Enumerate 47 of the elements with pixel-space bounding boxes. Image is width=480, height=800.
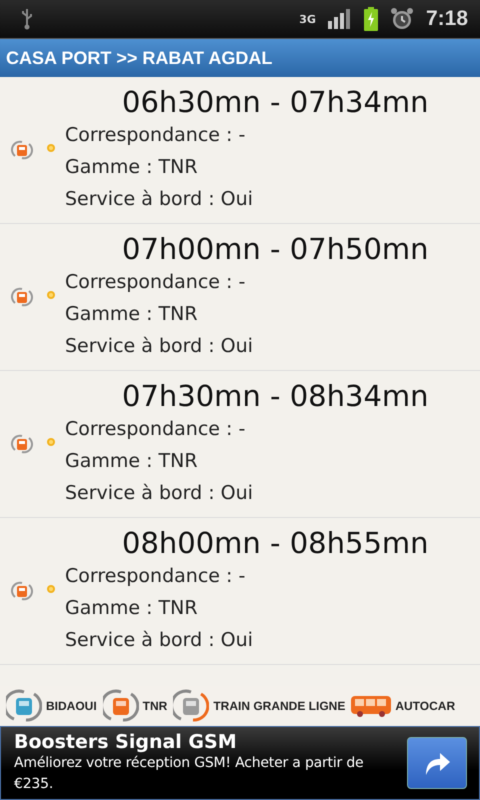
trip-detail: Correspondance : - — [65, 417, 246, 442]
ad-title: Boosters Signal GSM — [14, 731, 238, 753]
trip-row[interactable]: 06h30mn - 07h34mn Correspondance : - Gamme : TNR Service à bord : Oui — [0, 77, 480, 224]
sun-icon — [46, 143, 56, 153]
trip-row[interactable]: 07h30mn - 08h34mn Correspondance : - Gamme : TNR Service à bord : Oui — [0, 371, 480, 518]
trip-detail: Service à bord : Oui — [65, 628, 254, 653]
sun-icon — [46, 437, 56, 447]
trip-time: 08h00mn - 08h55mn — [122, 526, 429, 560]
ad-text: Améliorez votre réception GSM! Acheter a partir de €235. — [14, 754, 364, 794]
train-icon — [11, 581, 33, 601]
legend-label: TRAIN GRANDE LIGNE — [213, 699, 346, 713]
share-arrow-button[interactable] — [407, 737, 467, 789]
trip-detail: Correspondance : - — [65, 564, 246, 589]
usb-icon — [20, 8, 34, 30]
clock-time: 7:18 — [426, 7, 468, 31]
train-icon — [173, 689, 210, 723]
route-title: CASA PORT >> RABAT AGDAL — [6, 48, 272, 68]
bus-icon — [351, 694, 392, 718]
train-icon — [102, 689, 139, 723]
trip-row[interactable]: 08h00mn - 08h55mn Correspondance : - Gamme : TNR Service à bord : Oui — [0, 518, 480, 665]
legend-label: TNR — [142, 699, 168, 713]
trip-row[interactable]: 07h00mn - 07h50mn Correspondance : - Gamme : TNR Service à bord : Oui — [0, 224, 480, 371]
train-icon — [11, 287, 33, 307]
trip-detail: Gamme : TNR — [65, 449, 199, 474]
legend-label: AUTOCAR — [395, 699, 456, 713]
trip-detail: Gamme : TNR — [65, 155, 199, 180]
trip-detail: Service à bord : Oui — [65, 187, 254, 212]
trip-detail: Service à bord : Oui — [65, 334, 254, 359]
trip-detail: Gamme : TNR — [65, 302, 199, 327]
alarm-clock-icon — [390, 7, 414, 31]
trip-time: 07h30mn - 08h34mn — [122, 379, 429, 413]
battery-charging-icon — [364, 7, 378, 31]
trip-detail: Correspondance : - — [65, 270, 246, 295]
sun-icon — [46, 584, 56, 594]
ad-banner[interactable]: Boosters Signal GSM Améliorez votre réception GSM! Acheter a partir de €235. — [0, 726, 480, 800]
trip-detail: Gamme : TNR — [65, 596, 199, 621]
trip-detail: Correspondance : - — [65, 123, 246, 148]
trip-time: 06h30mn - 07h34mn — [122, 85, 429, 119]
train-icon — [6, 689, 42, 723]
train-icon — [11, 434, 33, 454]
train-icon — [11, 140, 33, 160]
sun-icon — [46, 290, 56, 300]
legend-label: BIDAOUI — [46, 699, 97, 713]
trip-time: 07h00mn - 07h50mn — [122, 232, 429, 266]
trip-detail: Service à bord : Oui — [65, 481, 254, 506]
network-type: 3G — [299, 12, 316, 26]
signal-icon — [328, 9, 352, 29]
